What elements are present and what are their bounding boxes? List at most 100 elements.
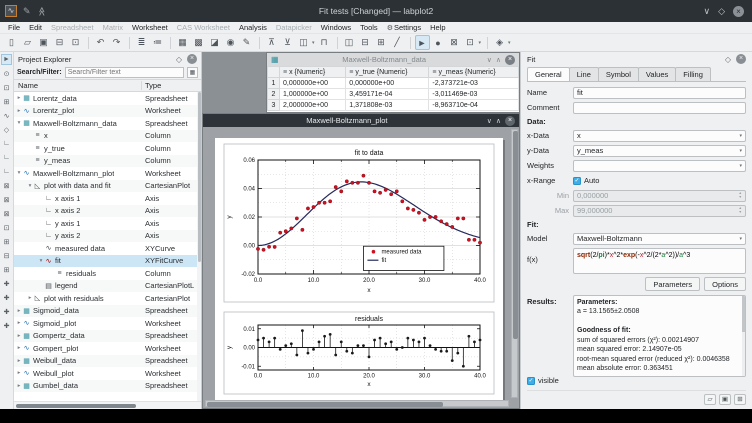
sheet-cell[interactable]: -2,373721e-03 [429, 78, 519, 89]
zoom-out-icon[interactable]: ⊠ [1, 194, 12, 205]
tree-row-weibull-data[interactable]: ▸▦Weibull_dataSpreadsheet [14, 355, 201, 368]
zoom-select-icon[interactable]: ⊙ [1, 68, 12, 79]
column-header-type[interactable]: Type [142, 81, 201, 90]
scale-auto-y-icon[interactable]: ⊞ [1, 236, 12, 247]
spreadsheet-subwindow-titlebar[interactable]: ▦ Maxwell-Boltzmann_data ∨ ∧ × [267, 53, 519, 66]
tree-row-fit[interactable]: ▾∿fitXYFitCurve [14, 255, 201, 268]
fit-page-icon[interactable]: ⊓ [317, 35, 332, 50]
tab-filling[interactable]: Filling [675, 67, 711, 81]
shift-right-icon[interactable]: ✚ [1, 292, 12, 303]
new-file-icon[interactable]: ▯ [4, 35, 19, 50]
tree-row-x[interactable]: ≡xColumn [14, 130, 201, 143]
menu-analysis[interactable]: Analysis [235, 23, 271, 32]
name-field[interactable]: fit [573, 87, 746, 99]
vertical-layout-icon[interactable]: ◫ [342, 35, 357, 50]
import-icon[interactable]: ⊼ [264, 35, 279, 50]
maximize-window-icon[interactable]: ◇ [718, 6, 725, 17]
keep-above-icon[interactable]: ≪ [36, 6, 47, 15]
shift-up-icon[interactable]: ✚ [1, 306, 12, 317]
select-region-icon[interactable]: ⊡ [463, 35, 478, 50]
dropdown-arrow-icon[interactable]: ▾ [508, 40, 511, 46]
sheet-cell[interactable]: 3,459171e-04 [346, 89, 429, 100]
menu-file[interactable]: File [4, 23, 24, 32]
menu-edit[interactable]: Edit [25, 23, 46, 32]
dropdown-arrow-icon[interactable]: ▾ [312, 40, 315, 46]
navigate-icon[interactable]: ● [431, 35, 446, 50]
tree-row-weibull-plot[interactable]: ▸∿Weibull_plotWorksheet [14, 367, 201, 380]
tree-row-gompertz-data[interactable]: ▸▦Gompertz_dataSpreadsheet [14, 330, 201, 343]
undo-icon[interactable]: ↶ [93, 35, 108, 50]
add-equation-icon[interactable]: ◇ [1, 124, 12, 135]
tree-row-plot-with-residuals[interactable]: ▸◺plot with residualsCartesianPlot [14, 292, 201, 305]
tab-values[interactable]: Values [638, 67, 676, 81]
tab-symbol[interactable]: Symbol [598, 67, 639, 81]
redo-icon[interactable]: ↷ [109, 35, 124, 50]
menu-worksheet[interactable]: Worksheet [128, 23, 172, 32]
xdata-combobox[interactable]: x [573, 130, 746, 142]
print-icon[interactable]: ⊟ [52, 35, 67, 50]
worksheet-vertical-scrollbar[interactable] [511, 129, 518, 398]
sheet-column-header[interactable]: ≡y_true {Numeric} [346, 67, 429, 78]
export-icon[interactable]: ⊻ [280, 35, 295, 50]
horizontal-layout-icon[interactable]: ⊟ [358, 35, 373, 50]
tab-line[interactable]: Line [569, 67, 599, 81]
sheet-column-header[interactable]: ≡x {Numeric} [280, 67, 346, 78]
worksheet-horizontal-scrollbar[interactable] [205, 400, 509, 407]
tree-row-y-axis-1[interactable]: ∟y axis 1Axis [14, 217, 201, 230]
tree-column-headers[interactable]: Name Type [14, 79, 201, 92]
close-subwindow-icon[interactable]: × [505, 55, 515, 65]
scale-auto-x-icon[interactable]: ⊡ [1, 222, 12, 233]
weights-combobox[interactable] [573, 160, 746, 172]
select-pointer-icon[interactable]: ► [415, 35, 430, 50]
tree-row-residuals[interactable]: ≡residualsColumn [14, 267, 201, 280]
new-note-icon[interactable]: ✎ [239, 35, 254, 50]
shift-left-icon[interactable]: ✚ [1, 278, 12, 289]
dropdown-arrow-icon[interactable]: ▾ [479, 40, 482, 46]
spreadsheet-table[interactable]: ≡x {Numeric}≡y_true {Numeric}≡y_meas {Nu… [267, 66, 519, 112]
new-matrix-icon[interactable]: ▩ [191, 35, 206, 50]
tree-row-x-axis-2[interactable]: ∟x axis 2Axis [14, 205, 201, 218]
results-field[interactable]: Parameters:a = 13.1565±2.0508 Goodness o… [573, 295, 746, 377]
model-combobox[interactable]: Maxwell-Boltzmann [573, 233, 746, 245]
float-dock-icon[interactable]: ◇ [725, 55, 731, 64]
tree-row-legend[interactable]: ▤legendCartesianPlotL [14, 280, 201, 293]
auto-range-checkbox[interactable]: ✓ [573, 177, 581, 185]
tree-row-y-meas[interactable]: ≡y_measColumn [14, 155, 201, 168]
add-axis-icon[interactable]: ∟ [1, 138, 12, 149]
zoom-fit-icon[interactable]: ⊠ [1, 208, 12, 219]
scale-auto-icon[interactable]: ⊟ [1, 250, 12, 261]
tree-row-maxwell-boltzmann-data[interactable]: ▾▦Maxwell-Boltzmann_dataSpreadsheet [14, 117, 201, 130]
sheet-cell[interactable]: 2,000000e+00 [280, 100, 346, 111]
close-dock-icon[interactable]: × [736, 54, 746, 64]
restore-subwindow-icon[interactable]: ∧ [496, 56, 501, 64]
search-input[interactable] [65, 67, 184, 78]
close-subwindow-icon[interactable]: × [505, 116, 515, 126]
float-dock-icon[interactable]: ◇ [176, 55, 182, 64]
new-workbook-icon[interactable]: ≔ [150, 35, 165, 50]
tree-row-y-true[interactable]: ≡y_trueColumn [14, 142, 201, 155]
new-datapicker-icon[interactable]: ◉ [223, 35, 238, 50]
tree-horizontal-scrollbar[interactable] [14, 401, 201, 409]
save-icon[interactable]: ▣ [36, 35, 51, 50]
options-button[interactable]: Options [704, 277, 746, 291]
tree-row-x-axis-1[interactable]: ∟x axis 1Axis [14, 192, 201, 205]
add-label-icon[interactable]: ∟ [1, 166, 12, 177]
new-spreadsheet-icon[interactable]: ▦ [175, 35, 190, 50]
shade-subwindow-icon[interactable]: ∨ [487, 56, 492, 64]
cursor-mode-icon[interactable]: ◈ [492, 35, 507, 50]
menu-settings[interactable]: ⚙Settings [383, 23, 425, 32]
save-template-icon[interactable]: ▣ [719, 394, 731, 405]
residuals-plot[interactable]: residuals0.010.020.030.040.0-0.010.000.0… [215, 310, 503, 396]
grid-layout-icon[interactable]: ⊞ [374, 35, 389, 50]
tree-row-sigmoid-plot[interactable]: ▸∿Sigmoid_plotWorksheet [14, 317, 201, 330]
zoom-region-icon[interactable]: ⊠ [447, 35, 462, 50]
sheet-cell[interactable]: 0,000000e+00 [346, 78, 429, 89]
add-plot-icon[interactable]: ⊡ [1, 82, 12, 93]
new-worksheet-icon[interactable]: ◪ [207, 35, 222, 50]
app-icon[interactable]: ∿ [5, 5, 17, 17]
sheet-cell[interactable]: 0,000000e+00 [280, 78, 346, 89]
tree-row-lorentz-plot[interactable]: ▸∿Lorentz_plotWorksheet [14, 105, 201, 118]
menu-tools[interactable]: Tools [356, 23, 382, 32]
menu-windows[interactable]: Windows [317, 23, 355, 32]
sheet-cell[interactable]: 1,000000e+00 [280, 89, 346, 100]
